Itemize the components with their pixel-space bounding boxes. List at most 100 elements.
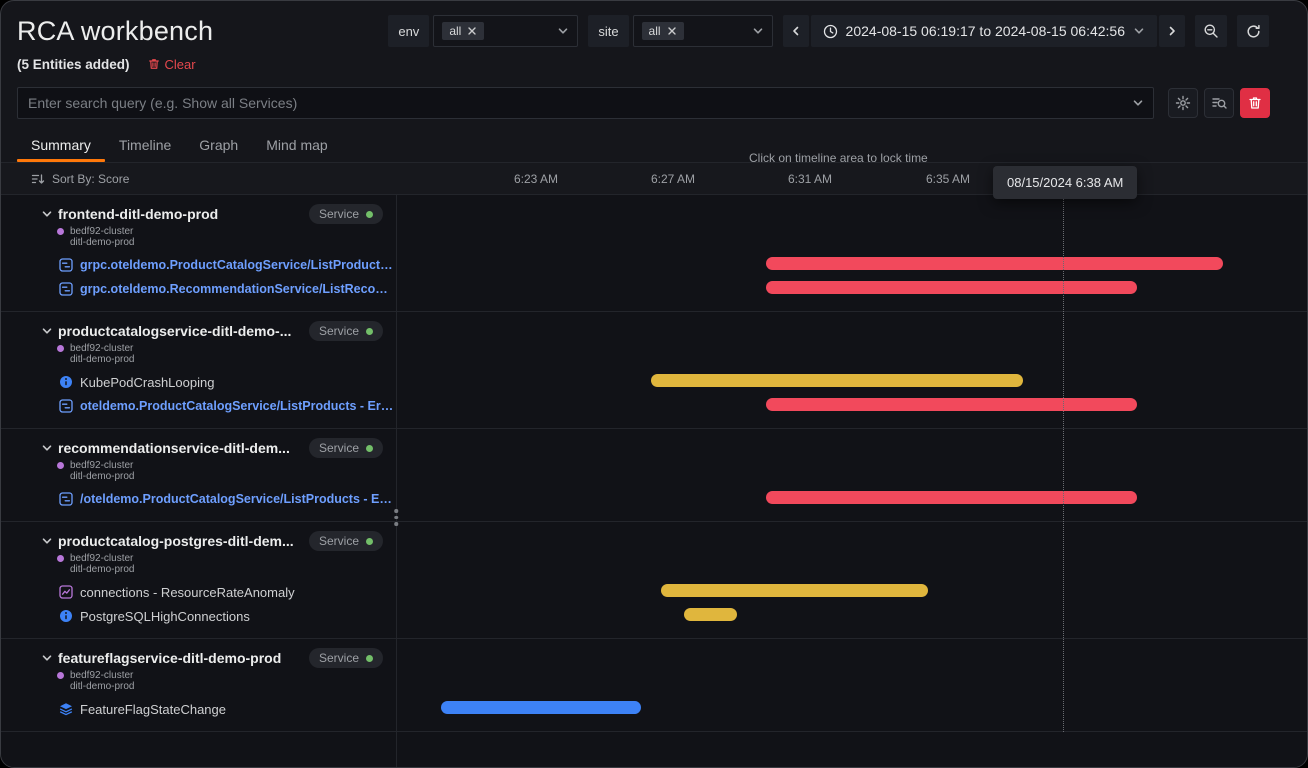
timeline-bar-red[interactable] — [766, 281, 1137, 294]
entity-items: FeatureFlagStateChange — [1, 696, 396, 721]
service-status-dot — [366, 328, 373, 335]
entity-timeline[interactable] — [396, 320, 1307, 418]
timeline-bar-yellow[interactable] — [651, 374, 1023, 387]
cluster-dot — [57, 228, 64, 235]
alert-item[interactable]: KubePodCrashLooping — [1, 370, 396, 394]
env-filter-label: env — [388, 15, 429, 47]
timeline-bar-row — [396, 579, 1307, 603]
entity-type-badge: Service — [309, 204, 383, 224]
layers-icon — [59, 702, 73, 716]
chevron-down-icon[interactable] — [41, 208, 53, 220]
entity-timeline[interactable] — [396, 530, 1307, 628]
chevron-right-icon — [1166, 25, 1178, 37]
entity-items: grpc.oteldemo.ProductCatalogService/List… — [1, 252, 396, 301]
entities-subline: (5 Entities added) Clear — [1, 49, 1307, 77]
entity-cluster-info: bedf92-clusterditl-demo-prod — [1, 226, 396, 252]
namespace-name: ditl-demo-prod — [70, 564, 134, 575]
cluster-dot — [57, 345, 64, 352]
entity-info-panel: recommendationservice-ditl-dem...Service… — [1, 437, 396, 511]
chevron-down-icon[interactable] — [41, 442, 53, 454]
entity-header: recommendationservice-ditl-dem...Service — [1, 437, 396, 459]
chevron-down-icon[interactable] — [41, 652, 53, 664]
site-filter-select[interactable]: all — [633, 15, 773, 47]
timeline-bar-blue[interactable] — [441, 701, 641, 714]
site-filter-label: site — [588, 15, 628, 47]
tab-graph[interactable]: Graph — [185, 127, 252, 162]
entity-info-panel: productcatalogservice-ditl-demo-...Servi… — [1, 320, 396, 418]
entity-name[interactable]: productcatalogservice-ditl-demo-... — [58, 323, 291, 339]
tab-timeline[interactable]: Timeline — [105, 127, 185, 162]
service-status-dot — [366, 211, 373, 218]
env-filter: env all — [388, 15, 578, 47]
chevron-down-icon[interactable] — [41, 325, 53, 337]
service-status-dot — [366, 445, 373, 452]
panel-resize-handle[interactable] — [390, 505, 402, 530]
trace-icon — [59, 492, 73, 506]
delete-query-button[interactable] — [1240, 88, 1270, 118]
time-picker-group: 2024-08-15 06:19:17 to 2024-08-15 06:42:… — [783, 15, 1185, 47]
chevron-down-icon — [557, 25, 569, 37]
env-filter-select[interactable]: all — [433, 15, 578, 47]
sort-by-label: Sort By: Score — [52, 172, 129, 186]
alert-item[interactable]: FeatureFlagStateChange — [1, 697, 396, 721]
chevron-down-icon[interactable] — [41, 535, 53, 547]
timeline-bar-red[interactable] — [766, 398, 1137, 411]
time-range-back-button[interactable] — [783, 15, 809, 47]
close-icon[interactable] — [467, 26, 477, 36]
signal-link[interactable]: /oteldemo.ProductCatalogService/ListProd… — [1, 487, 396, 511]
entity-timeline[interactable] — [396, 647, 1307, 721]
sort-control[interactable]: Sort By: Score — [1, 163, 396, 194]
time-range-forward-button[interactable] — [1159, 15, 1185, 47]
refresh-button[interactable] — [1237, 15, 1269, 47]
tab-summary[interactable]: Summary — [17, 127, 105, 162]
cluster-dot — [57, 555, 64, 562]
zoom-out-icon — [1203, 23, 1219, 39]
timeline-bar-yellow[interactable] — [684, 608, 737, 621]
entity-row: productcatalogservice-ditl-demo-...Servi… — [1, 312, 1307, 429]
search-box — [17, 87, 1154, 119]
timeline-bar-red[interactable] — [766, 257, 1223, 270]
entity-items: connections - ResourceRateAnomalyPostgre… — [1, 579, 396, 628]
site-filter-value: all — [649, 24, 661, 38]
entity-name[interactable]: featureflagservice-ditl-demo-prod — [58, 650, 281, 666]
entity-name[interactable]: recommendationservice-ditl-dem... — [58, 440, 290, 456]
entity-name[interactable]: productcatalog-postgres-ditl-dem... — [58, 533, 294, 549]
entity-name[interactable]: frontend-ditl-demo-prod — [58, 206, 218, 222]
timeline-bar-row — [396, 252, 1307, 276]
timeline-header-spacer — [396, 203, 1307, 252]
entity-cluster-info: bedf92-clusterditl-demo-prod — [1, 553, 396, 579]
entity-timeline[interactable] — [396, 203, 1307, 301]
time-range-picker[interactable]: 2024-08-15 06:19:17 to 2024-08-15 06:42:… — [811, 15, 1157, 47]
axis-tick-label: 6:23 AM — [514, 172, 558, 186]
entity-header: productcatalogservice-ditl-demo-...Servi… — [1, 320, 396, 342]
advanced-search-button[interactable] — [1204, 88, 1234, 118]
signal-link[interactable]: oteldemo.ProductCatalogService/ListProdu… — [1, 394, 396, 418]
entity-type-label: Service — [319, 207, 359, 221]
tab-mind-map[interactable]: Mind map — [252, 127, 341, 162]
timeline-bar-row — [396, 393, 1307, 417]
alert-item[interactable]: PostgreSQLHighConnections — [1, 604, 396, 628]
entity-rows: frontend-ditl-demo-prod Service bedf92-clu… — [1, 195, 1307, 732]
timeline-header-spacer — [396, 320, 1307, 369]
entities-added-count: (5 Entities added) — [17, 57, 130, 72]
close-icon[interactable] — [667, 26, 677, 36]
entity-timeline[interactable] — [396, 437, 1307, 511]
item-label: grpc.oteldemo.RecommendationService/List… — [80, 282, 396, 296]
signal-link[interactable]: grpc.oteldemo.RecommendationService/List… — [1, 277, 396, 301]
signal-link[interactable]: grpc.oteldemo.ProductCatalogService/List… — [1, 253, 396, 277]
alert-item[interactable]: connections - ResourceRateAnomaly — [1, 580, 396, 604]
timeline-bar-row — [396, 486, 1307, 510]
refresh-icon — [1246, 24, 1261, 39]
entity-row: recommendationservice-ditl-dem...Service… — [1, 429, 1307, 522]
search-input[interactable] — [17, 87, 1154, 119]
chevron-down-icon[interactable] — [1132, 97, 1144, 109]
time-axis[interactable]: 6:23 AM6:27 AM6:31 AM6:35 AM — [396, 163, 1307, 194]
trace-icon — [59, 258, 73, 272]
clear-entities-button[interactable]: Clear — [148, 57, 196, 72]
settings-button[interactable] — [1168, 88, 1198, 118]
metric-icon — [59, 585, 73, 599]
timeline-bar-red[interactable] — [766, 491, 1137, 504]
timeline-bar-yellow[interactable] — [661, 584, 928, 597]
item-label: grpc.oteldemo.ProductCatalogService/List… — [80, 258, 396, 272]
zoom-out-button[interactable] — [1195, 15, 1227, 47]
